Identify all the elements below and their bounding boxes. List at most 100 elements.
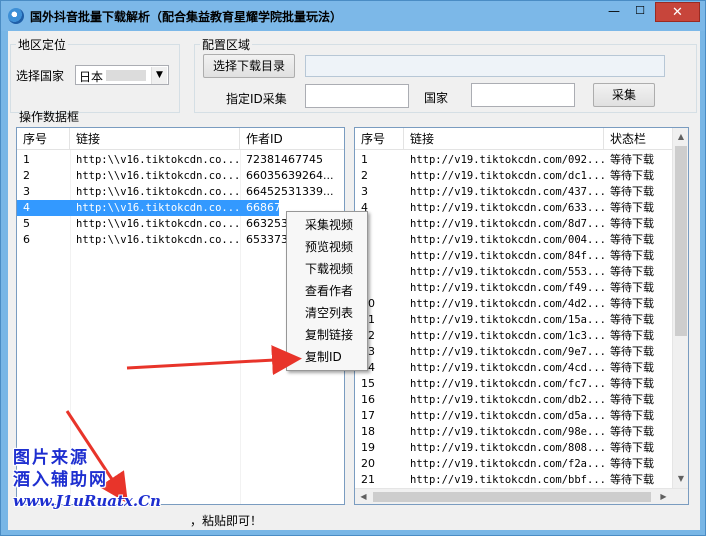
table-cell: 1 (23, 153, 30, 166)
context-menu-item[interactable]: 复制链接 (287, 324, 367, 346)
id-collect-label: 指定ID采集 (226, 92, 287, 106)
table-cell: 等待下载 (610, 201, 654, 214)
table-row[interactable]: 1 http://v19.tiktokcdn.com/092... 等待下载 (355, 152, 671, 168)
table-row[interactable]: 3 http:\\v16.tiktokcdn.co... 66452531339..… (17, 184, 344, 200)
table-row[interactable]: 19 http://v19.tiktokcdn.com/808... 等待下载 (355, 440, 671, 456)
table-cell: 3 (361, 185, 368, 198)
scroll-right-icon[interactable]: ▶ (655, 489, 672, 504)
context-menu-item[interactable]: 查看作者 (287, 280, 367, 302)
table-cell: 等待下载 (610, 233, 654, 246)
table-row[interactable]: 16 http://v19.tiktokcdn.com/db2... 等待下载 (355, 392, 671, 408)
horizontal-scrollbar[interactable]: ◀ ▶ (355, 488, 688, 504)
scroll-down-icon[interactable]: ▼ (673, 470, 688, 487)
choose-download-dir-button[interactable]: 选择下载目录 (203, 54, 295, 78)
download-list-header: 序号 链接 状态栏 (355, 128, 673, 150)
status-text: ，粘贴即可！ (190, 514, 263, 528)
table-row[interactable]: 3 http://v19.tiktokcdn.com/437... 等待下载 (355, 184, 671, 200)
context-menu-item[interactable]: 下载视频 (287, 258, 367, 280)
close-button[interactable]: ✕ (655, 2, 700, 22)
table-cell: 6 (23, 233, 30, 246)
table-cell: 等待下载 (610, 185, 654, 198)
horizontal-scrollbar-thumb[interactable] (373, 492, 651, 502)
table-row[interactable]: 4 http:\\v16.tiktokcdn.co... 66867027300 (17, 200, 323, 216)
table-row[interactable]: 9http://v19.tiktokcdn.com/f49...等待下载 (355, 280, 671, 296)
table-cell: 等待下载 (610, 457, 654, 470)
download-list[interactable]: 序号 链接 状态栏 1 http://v19.tiktokcdn.com/092.… (354, 127, 689, 505)
window-title: 国外抖音批量下载解析（配合集益教育星耀学院批量玩法） (30, 10, 343, 24)
table-row[interactable]: 11 http://v19.tiktokcdn.com/15a... 等待下载 (355, 312, 671, 328)
table-row[interactable]: 14 http://v19.tiktokcdn.com/4cd... 等待下载 (355, 360, 671, 376)
table-cell: 18 (361, 425, 375, 438)
maximize-button[interactable]: ☐ (627, 3, 653, 21)
table-row[interactable]: 17 http://v19.tiktokcdn.com/d5a... 等待下载 (355, 408, 671, 424)
table-cell: http://v19.tiktokcdn.com/1c3... (410, 330, 604, 342)
table-row[interactable]: 10 http://v19.tiktokcdn.com/4d2... 等待下载 (355, 296, 671, 312)
column-header[interactable]: 链接 (404, 128, 604, 150)
table-row[interactable]: 13 http://v19.tiktokcdn.com/9e7... 等待下载 (355, 344, 671, 360)
download-dir-field[interactable] (305, 55, 665, 77)
context-menu-item[interactable]: 采集视频 (287, 214, 367, 236)
context-menu-item[interactable]: 清空列表 (287, 302, 367, 324)
chevron-down-icon[interactable]: ▼ (151, 67, 167, 84)
column-header[interactable]: 作者ID (240, 128, 344, 150)
context-menu-item[interactable]: 复制ID (287, 346, 367, 368)
table-row[interactable]: 4 http://v19.tiktokcdn.com/633... 等待下载 (355, 200, 671, 216)
table-cell: http://v19.tiktokcdn.com/004... (410, 234, 604, 246)
scrollbar-thumb[interactable] (675, 146, 687, 336)
table-cell: 等待下载 (610, 361, 654, 374)
table-cell: 等待下载 (610, 169, 654, 182)
table-row[interactable]: 20 http://v19.tiktokcdn.com/f2a... 等待下载 (355, 456, 671, 472)
country-input[interactable] (471, 83, 575, 107)
collect-button[interactable]: 采集 (593, 83, 655, 107)
table-cell: http://v19.tiktokcdn.com/808... (410, 442, 604, 454)
column-header[interactable]: 链接 (70, 128, 240, 150)
table-row[interactable]: 1 http:\\v16.tiktokcdn.co... 72381467745 (17, 152, 344, 168)
minimize-button[interactable]: — (601, 3, 627, 21)
table-row[interactable]: 7http://v19.tiktokcdn.com/84f...等待下载 (355, 248, 671, 264)
column-header[interactable]: 状态栏 (604, 128, 673, 150)
id-collect-input[interactable] (305, 84, 409, 108)
table-row[interactable]: 6http://v19.tiktokcdn.com/004...等待下载 (355, 232, 671, 248)
table-cell: http://v19.tiktokcdn.com/dc1... (410, 170, 604, 182)
context-menu-item[interactable]: 预览视频 (287, 236, 367, 258)
table-cell: 3 (23, 185, 30, 198)
table-cell: http:\\v16.tiktokcdn.co... (76, 234, 240, 246)
table-cell: 16 (361, 393, 375, 406)
table-row[interactable]: 5http://v19.tiktokcdn.com/8d7...等待下载 (355, 216, 671, 232)
table-row[interactable]: 2 http://v19.tiktokcdn.com/dc1... 等待下载 (355, 168, 671, 184)
table-cell: 19 (361, 441, 375, 454)
table-row[interactable]: 21 http://v19.tiktokcdn.com/bbf... 等待下载 (355, 472, 671, 488)
table-cell: 15 (361, 377, 375, 390)
table-cell: 等待下载 (610, 249, 654, 262)
table-cell: http://v19.tiktokcdn.com/4cd... (410, 362, 604, 374)
table-row[interactable]: 18 http://v19.tiktokcdn.com/98e... 等待下载 (355, 424, 671, 440)
table-cell: http:\\v16.tiktokcdn.co... (76, 186, 240, 198)
table-cell: http://v19.tiktokcdn.com/f49... (410, 282, 604, 294)
column-header[interactable]: 序号 (17, 128, 70, 150)
column-header[interactable]: 序号 (355, 128, 404, 150)
table-cell: 等待下载 (610, 345, 654, 358)
region-group-label: 地区定位 (16, 36, 69, 53)
table-cell: 等待下载 (610, 473, 654, 486)
table-cell: http://v19.tiktokcdn.com/9e7... (410, 346, 604, 358)
table-row[interactable]: 8http://v19.tiktokcdn.com/553...等待下载 (355, 264, 671, 280)
country-select[interactable]: 日本 ▼ (75, 65, 169, 85)
table-row[interactable]: 2 http:\\v16.tiktokcdn.co... 66035639264..… (17, 168, 344, 184)
table-cell: 等待下载 (610, 265, 654, 278)
scroll-left-icon[interactable]: ◀ (355, 489, 372, 504)
table-cell: 等待下载 (610, 281, 654, 294)
table-row[interactable]: 12 http://v19.tiktokcdn.com/1c3... 等待下载 (355, 328, 671, 344)
title-bar[interactable]: 国外抖音批量下载解析（配合集益教育星耀学院批量玩法） — ☐ ✕ (1, 1, 705, 31)
table-cell: http://v19.tiktokcdn.com/f2a... (410, 458, 604, 470)
client-area: 地区定位 选择国家 日本 ▼ 配置区域 选择下载目录 指定ID采集 国家 采集 … (8, 31, 700, 530)
vertical-scrollbar[interactable]: ▲ ▼ (672, 128, 688, 488)
table-cell: 4 (23, 201, 30, 214)
country-field-label: 国家 (424, 91, 449, 105)
status-bar: ，粘贴即可！ (8, 509, 698, 529)
scroll-up-icon[interactable]: ▲ (673, 128, 688, 145)
table-cell: http://v19.tiktokcdn.com/553... (410, 266, 604, 278)
table-row[interactable]: 15 http://v19.tiktokcdn.com/fc7... 等待下载 (355, 376, 671, 392)
table-cell: http://v19.tiktokcdn.com/98e... (410, 426, 604, 438)
table-cell: 72381467745 (246, 153, 323, 166)
table-cell: 66035639264... (246, 169, 334, 182)
